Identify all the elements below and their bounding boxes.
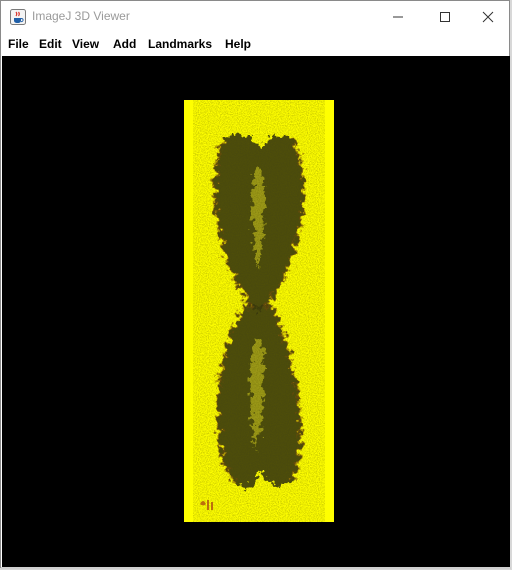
window-bottom-edge bbox=[1, 567, 511, 569]
close-icon bbox=[482, 11, 494, 23]
menu-help[interactable]: Help bbox=[225, 37, 251, 51]
menu-view[interactable]: View bbox=[72, 37, 99, 51]
imagej-3d-viewer-window: ImageJ 3D Viewer File Edit View Add Land… bbox=[0, 0, 511, 569]
maximize-icon bbox=[440, 12, 450, 22]
menu-edit[interactable]: Edit bbox=[39, 37, 62, 51]
chromosome-volume-render bbox=[200, 130, 314, 510]
3d-viewer-canvas[interactable] bbox=[2, 56, 510, 567]
window-title: ImageJ 3D Viewer bbox=[32, 9, 130, 23]
menu-bar: File Edit View Add Landmarks Help bbox=[1, 33, 509, 55]
title-bar[interactable]: ImageJ 3D Viewer bbox=[1, 1, 509, 33]
menu-file[interactable]: File bbox=[8, 37, 29, 51]
close-button[interactable] bbox=[465, 1, 511, 33]
maximize-button[interactable] bbox=[422, 1, 468, 33]
minimize-icon bbox=[393, 16, 403, 18]
volume-render-panel bbox=[184, 100, 334, 522]
menu-landmarks[interactable]: Landmarks bbox=[148, 37, 212, 51]
minimize-button[interactable] bbox=[375, 1, 421, 33]
menu-add[interactable]: Add bbox=[113, 37, 136, 51]
java-coffee-icon bbox=[10, 9, 26, 25]
